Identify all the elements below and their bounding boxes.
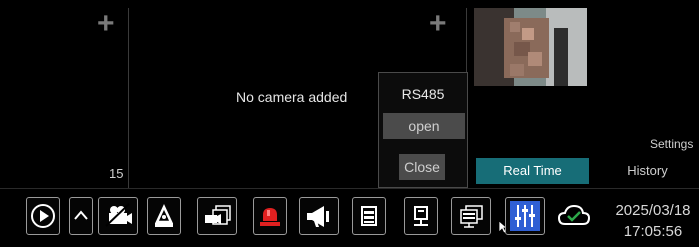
rs485-popup: RS485 open Close bbox=[378, 72, 468, 188]
manual-alarm-button[interactable] bbox=[147, 197, 181, 235]
close-button[interactable]: Close bbox=[399, 154, 445, 180]
preview-windows-button[interactable] bbox=[451, 197, 491, 235]
preview-windows-icon bbox=[460, 205, 483, 228]
collapse-up-icon bbox=[74, 210, 88, 220]
manual-alarm-icon bbox=[155, 204, 173, 227]
system-time: 17:05:56 bbox=[623, 223, 683, 240]
alarm-light-icon bbox=[260, 208, 280, 226]
audio-broadcast-icon bbox=[307, 206, 329, 227]
add-camera-icon[interactable]: + bbox=[429, 9, 447, 39]
system-date: 2025/03/18 bbox=[615, 202, 691, 219]
cloud-button[interactable] bbox=[552, 197, 596, 235]
tab-real-time[interactable]: Real Time bbox=[476, 158, 589, 184]
network-button[interactable] bbox=[404, 197, 438, 235]
settings-link[interactable]: Settings bbox=[650, 137, 693, 151]
playback-icon bbox=[31, 204, 55, 228]
camera-alarm-button[interactable] bbox=[98, 197, 138, 235]
network-icon bbox=[414, 206, 428, 226]
tab-history[interactable]: History bbox=[596, 158, 699, 184]
no-camera-message: No camera added bbox=[236, 89, 348, 105]
system-datetime: 2025/03/18 17:05:56 bbox=[608, 200, 698, 242]
playback-button[interactable] bbox=[26, 197, 60, 235]
snapshot-button[interactable] bbox=[197, 197, 237, 235]
collapse-toolbar-button[interactable] bbox=[69, 197, 93, 235]
rs485-title: RS485 bbox=[401, 86, 445, 102]
disk-button[interactable] bbox=[352, 197, 386, 235]
channel-number: 15 bbox=[109, 166, 124, 181]
open-button[interactable]: open bbox=[383, 113, 465, 139]
disk-icon bbox=[361, 206, 377, 226]
alarm-light-button[interactable] bbox=[253, 197, 287, 235]
snapshot-icon bbox=[205, 205, 231, 225]
audio-broadcast-button[interactable] bbox=[299, 197, 339, 235]
cloud-icon bbox=[557, 204, 591, 225]
mixer-icon bbox=[510, 201, 540, 231]
camera-alarm-icon bbox=[105, 203, 132, 227]
mixer-button[interactable] bbox=[505, 197, 545, 235]
add-camera-icon[interactable]: + bbox=[97, 9, 115, 39]
face-snapshot-thumbnail[interactable] bbox=[474, 8, 587, 86]
